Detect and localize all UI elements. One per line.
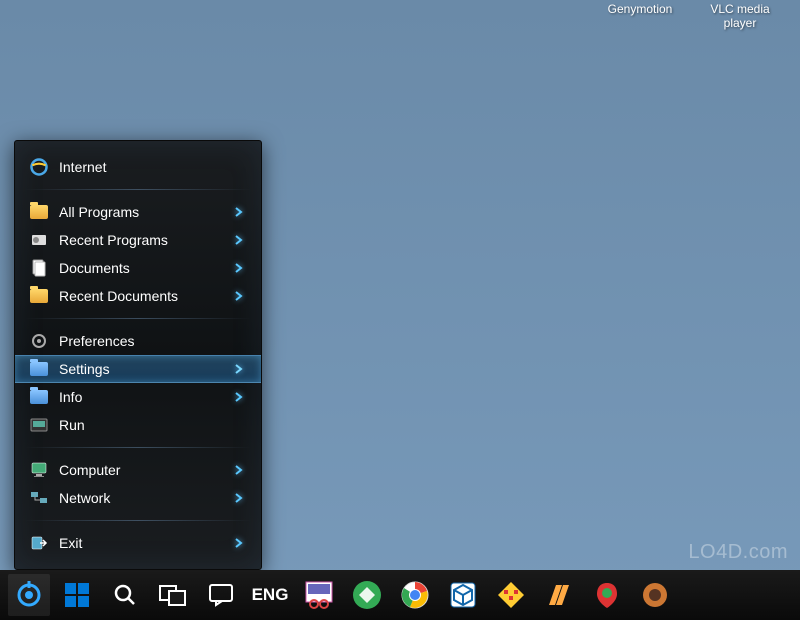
start-button[interactable] bbox=[8, 574, 50, 616]
menu-item-recent-documents[interactable]: Recent Documents bbox=[15, 282, 261, 310]
taskbar-app-green[interactable] bbox=[346, 574, 388, 616]
taskbar-chat[interactable] bbox=[200, 574, 242, 616]
menu-label-run: Run bbox=[59, 417, 247, 433]
menu-divider bbox=[25, 447, 251, 448]
menu-item-run[interactable]: Run bbox=[15, 411, 261, 439]
taskbar-search[interactable] bbox=[104, 574, 146, 616]
network-icon bbox=[29, 488, 49, 508]
menu-divider bbox=[25, 318, 251, 319]
menu-divider bbox=[25, 189, 251, 190]
menu-item-recent-programs[interactable]: Recent Programs bbox=[15, 226, 261, 254]
preferences-icon bbox=[29, 331, 49, 351]
menu-label-all-programs: All Programs bbox=[59, 204, 231, 220]
desktop-icon-genymotion[interactable]: Genymotion bbox=[600, 2, 680, 30]
menu-item-computer[interactable]: Computer bbox=[15, 456, 261, 484]
start-menu: Internet All Programs Recent Programs Do… bbox=[14, 140, 262, 570]
menu-label-settings: Settings bbox=[59, 361, 231, 377]
menu-label-preferences: Preferences bbox=[59, 333, 247, 349]
menu-label-documents: Documents bbox=[59, 260, 231, 276]
menu-item-exit[interactable]: Exit bbox=[15, 529, 261, 557]
menu-label-info: Info bbox=[59, 389, 231, 405]
menu-item-preferences[interactable]: Preferences bbox=[15, 327, 261, 355]
chevron-right-icon bbox=[231, 490, 247, 506]
documents-icon bbox=[29, 258, 49, 278]
menu-item-settings[interactable]: Settings bbox=[15, 355, 261, 383]
menu-item-internet[interactable]: Internet bbox=[15, 153, 261, 181]
chevron-right-icon bbox=[231, 535, 247, 551]
chevron-right-icon bbox=[231, 204, 247, 220]
taskbar-app-diamond[interactable] bbox=[490, 574, 532, 616]
computer-icon bbox=[29, 460, 49, 480]
watermark: LO4D.com bbox=[688, 541, 788, 564]
taskbar-virtualbox[interactable] bbox=[442, 574, 484, 616]
menu-label-recent-documents: Recent Documents bbox=[59, 288, 231, 304]
chevron-right-icon bbox=[231, 361, 247, 377]
taskbar-app-last[interactable] bbox=[634, 574, 676, 616]
taskbar-windows-start[interactable] bbox=[56, 574, 98, 616]
taskbar-snipping-tool[interactable] bbox=[298, 574, 340, 616]
desktop-icon-vlc[interactable]: VLC media player bbox=[700, 2, 780, 30]
desktop-icons-area: Genymotion VLC media player bbox=[600, 2, 780, 30]
menu-label-exit: Exit bbox=[59, 535, 231, 551]
menu-label-network: Network bbox=[59, 490, 231, 506]
taskbar-winamp[interactable] bbox=[538, 574, 580, 616]
menu-item-info[interactable]: Info bbox=[15, 383, 261, 411]
menu-item-network[interactable]: Network bbox=[15, 484, 261, 512]
menu-label-internet: Internet bbox=[59, 159, 247, 175]
taskbar-app-red[interactable] bbox=[586, 574, 628, 616]
taskbar: ENG bbox=[0, 570, 800, 620]
chevron-right-icon bbox=[231, 288, 247, 304]
chevron-right-icon bbox=[231, 232, 247, 248]
run-icon bbox=[29, 415, 49, 435]
menu-divider bbox=[25, 520, 251, 521]
taskbar-task-view[interactable] bbox=[152, 574, 194, 616]
recent-programs-icon bbox=[29, 230, 49, 250]
menu-item-all-programs[interactable]: All Programs bbox=[15, 198, 261, 226]
chevron-right-icon bbox=[231, 462, 247, 478]
taskbar-chrome[interactable] bbox=[394, 574, 436, 616]
internet-explorer-icon bbox=[29, 157, 49, 177]
taskbar-language[interactable]: ENG bbox=[248, 585, 292, 605]
folder-icon bbox=[29, 202, 49, 222]
menu-label-computer: Computer bbox=[59, 462, 231, 478]
folder-icon bbox=[29, 387, 49, 407]
exit-icon bbox=[29, 533, 49, 553]
menu-item-documents[interactable]: Documents bbox=[15, 254, 261, 282]
menu-label-recent-programs: Recent Programs bbox=[59, 232, 231, 248]
chevron-right-icon bbox=[231, 389, 247, 405]
chevron-right-icon bbox=[231, 260, 247, 276]
folder-icon bbox=[29, 359, 49, 379]
folder-icon bbox=[29, 286, 49, 306]
